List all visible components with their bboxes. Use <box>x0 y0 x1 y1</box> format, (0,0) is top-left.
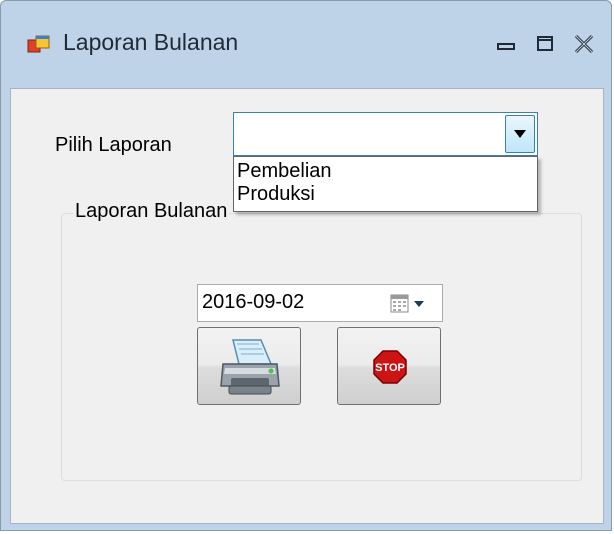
stop-sign-icon: STOP <box>373 350 407 384</box>
pilih-laporan-label: Pilih Laporan <box>55 134 172 156</box>
app-window-icon <box>27 35 50 53</box>
maximize-icon[interactable] <box>528 27 562 61</box>
stop-button[interactable]: STOP <box>337 327 441 405</box>
form-client-area: Pilih Laporan Pembelian Produksi Laporan… <box>10 88 604 524</box>
close-icon[interactable] <box>567 27 601 61</box>
window-title: Laporan Bulanan <box>63 29 239 55</box>
groupbox-label: Laporan Bulanan <box>73 200 230 223</box>
laporan-bulanan-groupbox: Laporan Bulanan <box>61 200 582 481</box>
calendar-dropdown-icon[interactable] <box>390 294 432 314</box>
stop-sign-text: STOP <box>375 362 405 374</box>
chevron-down-icon <box>514 130 526 138</box>
print-button[interactable] <box>197 327 301 405</box>
combobox-dropdown-button[interactable] <box>505 115 535 153</box>
minimize-icon[interactable] <box>489 27 523 61</box>
dropdown-option-produksi[interactable]: Produksi <box>237 183 315 206</box>
printer-icon <box>220 339 280 395</box>
dropdown-option-pembelian[interactable]: Pembelian <box>237 160 332 183</box>
app-window: Laporan Bulanan Pilih Laporan Pembelian … <box>0 0 612 531</box>
date-picker[interactable]: 2016-09-02 <box>197 284 443 322</box>
date-value: 2016-09-02 <box>202 291 305 313</box>
combobox-dropdown-list: Pembelian Produksi <box>233 156 538 212</box>
laporan-combobox[interactable] <box>233 112 538 156</box>
title-bar[interactable]: Laporan Bulanan <box>1 1 611 88</box>
